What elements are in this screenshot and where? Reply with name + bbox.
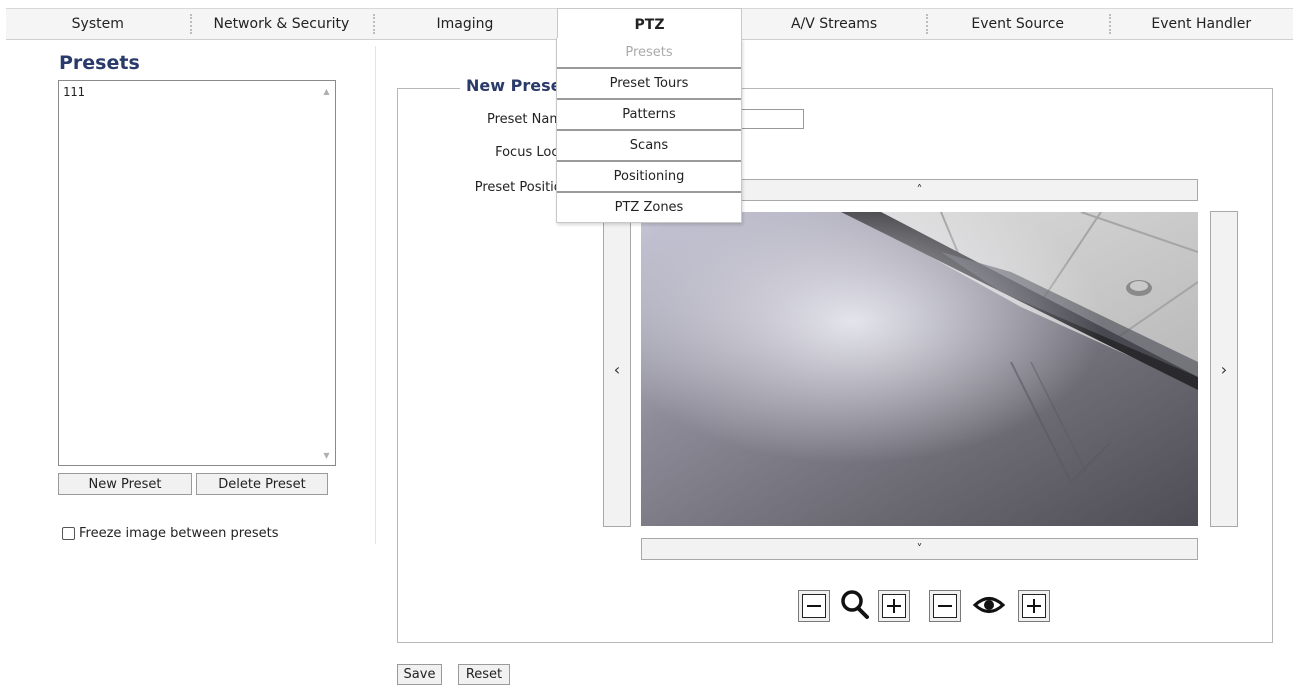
zoom-out-button[interactable] [798, 590, 830, 622]
scroll-down-arrow-icon[interactable]: ▼ [318, 447, 335, 463]
tab-event-source[interactable]: Event Source [925, 9, 1110, 39]
preset-name-label: Preset Name [486, 112, 570, 127]
tab-av-streams[interactable]: A/V Streams [742, 9, 926, 39]
list-item[interactable]: 111 [63, 85, 85, 99]
delete-preset-button[interactable]: Delete Preset [196, 473, 328, 495]
preset-position-label: Preset Position [474, 180, 570, 195]
minus-icon [933, 594, 957, 618]
focus-lock-label: Focus Lock [495, 145, 566, 160]
reset-button[interactable]: Reset [458, 664, 510, 685]
presets-heading: Presets [59, 52, 140, 74]
menu-item-scans[interactable]: Scans [557, 131, 741, 162]
freeze-option[interactable]: Freeze image between presets [62, 526, 278, 541]
new-preset-button[interactable]: New Preset [58, 473, 192, 495]
freeze-label: Freeze image between presets [79, 526, 279, 541]
divider [375, 46, 376, 544]
top-nav: System Network & Security Imaging PTZ A/… [6, 8, 1293, 40]
menu-item-patterns[interactable]: Patterns [557, 100, 741, 131]
plus-icon [1022, 594, 1046, 618]
tab-event-handler[interactable]: Event Handler [1109, 9, 1293, 39]
menu-item-presets[interactable]: Presets [557, 38, 741, 69]
tab-imaging[interactable]: Imaging [373, 9, 557, 39]
focus-far-button[interactable] [1018, 590, 1050, 622]
scroll-up-arrow-icon[interactable]: ▲ [318, 83, 335, 99]
menu-item-ptz-zones[interactable]: PTZ Zones [557, 193, 741, 222]
zoom-in-button[interactable] [878, 590, 910, 622]
pan-left-button[interactable]: ‹ [603, 211, 631, 527]
camera-video-preview[interactable] [641, 212, 1198, 526]
pan-down-button[interactable]: ˅ [641, 538, 1198, 560]
listbox-scrollbar[interactable]: ▲ ▼ [318, 81, 335, 465]
presets-listbox[interactable]: 111 ▲ ▼ [58, 80, 336, 466]
tab-network-security[interactable]: Network & Security [189, 9, 374, 39]
tab-system[interactable]: System [6, 9, 190, 39]
magnifier-icon [841, 590, 869, 619]
menu-item-positioning[interactable]: Positioning [557, 162, 741, 193]
eye-icon [972, 597, 1006, 613]
menu-item-preset-tours[interactable]: Preset Tours [557, 69, 741, 100]
camera-image [641, 212, 1198, 526]
save-button[interactable]: Save [397, 664, 442, 685]
ptz-dropdown-menu: Presets Preset Tours Patterns Scans Posi… [556, 38, 742, 223]
freeze-checkbox[interactable] [62, 527, 75, 540]
preset-name-input[interactable] [738, 109, 804, 129]
pan-right-button[interactable]: › [1210, 211, 1238, 527]
minus-icon [802, 594, 826, 618]
focus-near-button[interactable] [929, 590, 961, 622]
tab-ptz[interactable]: PTZ [556, 8, 743, 40]
plus-icon [882, 594, 906, 618]
